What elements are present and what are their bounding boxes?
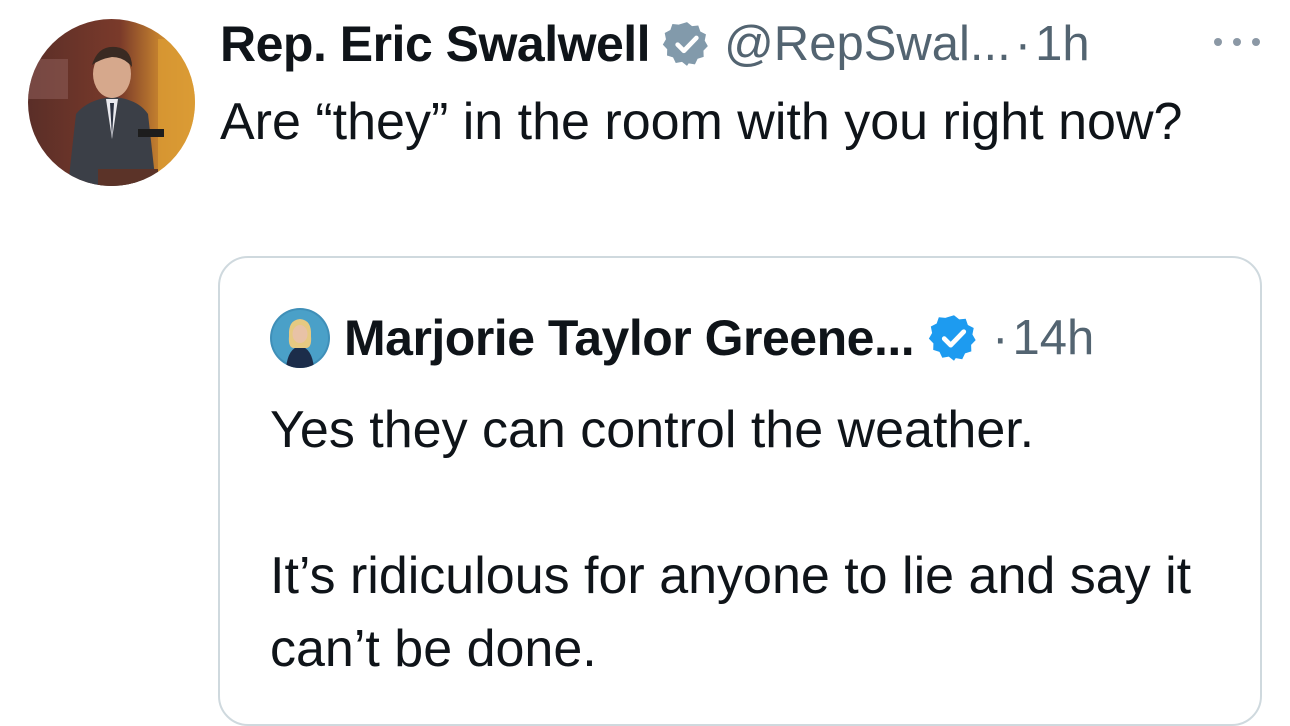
more-dot	[1252, 38, 1260, 46]
tweet-text: Are “they” in the room with you right no…	[220, 93, 1183, 151]
author-handle[interactable]: @RepSwal...	[724, 16, 1011, 72]
quoted-author-avatar[interactable]	[270, 308, 330, 368]
separator-dot: ·	[992, 311, 1009, 365]
tweet[interactable]: Rep. Eric Swalwell @RepSwal... · 1h Are …	[0, 0, 1290, 726]
separator-dot: ·	[1014, 17, 1032, 71]
quoted-author-name[interactable]: Marjorie Taylor Greene...	[344, 309, 915, 367]
more-dot	[1233, 38, 1241, 46]
verified-badge-icon	[928, 312, 980, 364]
more-options-icon[interactable]	[1214, 27, 1260, 57]
author-avatar[interactable]	[28, 19, 195, 186]
quoted-tweet-timestamp[interactable]: 14h	[1012, 310, 1094, 366]
tweet-timestamp[interactable]: 1h	[1035, 16, 1090, 72]
quoted-tweet-header: Marjorie Taylor Greene... · 14h	[270, 306, 1094, 370]
quoted-tweet-text: Yes they can control the weather. It’s r…	[270, 401, 1192, 678]
more-dot	[1214, 38, 1222, 46]
verified-badge-icon	[662, 19, 712, 69]
tweet-header: Rep. Eric Swalwell @RepSwal... · 1h	[220, 12, 1090, 76]
quoted-tweet-card[interactable]: Marjorie Taylor Greene... · 14h Yes they…	[218, 256, 1262, 726]
author-name[interactable]: Rep. Eric Swalwell	[220, 15, 651, 73]
